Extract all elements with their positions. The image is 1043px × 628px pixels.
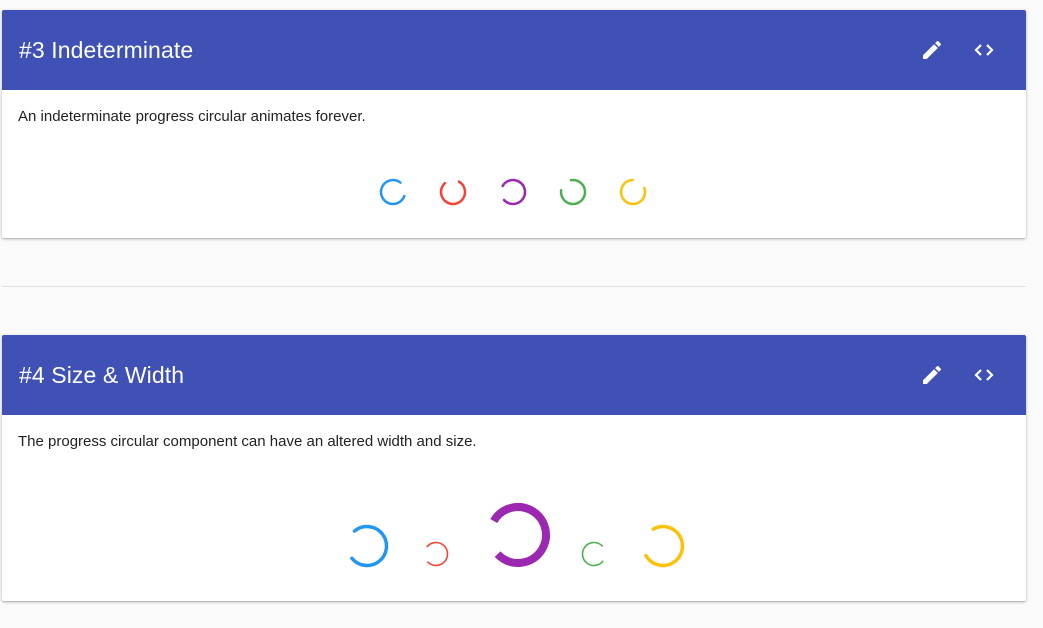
card-header: #3 Indeterminate xyxy=(2,10,1026,90)
edit-icon xyxy=(923,365,942,384)
section-divider xyxy=(2,286,1026,287)
example-card-indeterminate: #3 Indeterminate An indeterminate progre… xyxy=(2,10,1026,238)
code-icon xyxy=(974,44,994,56)
card-header: #4 Size & Width xyxy=(2,335,1026,415)
progress-circular-red xyxy=(423,541,449,567)
view-code-button[interactable] xyxy=(964,355,1004,395)
example-card-size-width: #4 Size & Width The progress circular co… xyxy=(2,335,1026,601)
card-description: An indeterminate progress circular anima… xyxy=(18,108,366,125)
progress-circular-red xyxy=(439,178,467,206)
edit-icon xyxy=(923,40,942,59)
card-description: The progress circular component can have… xyxy=(18,433,477,450)
view-code-button[interactable] xyxy=(964,30,1004,70)
progress-circular-green xyxy=(581,541,607,567)
code-icon xyxy=(974,369,994,381)
progress-circular-green xyxy=(559,178,587,206)
progress-circular-amber xyxy=(641,524,685,568)
card-title: #4 Size & Width xyxy=(19,362,185,388)
card-title: #3 Indeterminate xyxy=(19,37,194,63)
progress-circular-amber xyxy=(619,178,647,206)
progress-circular-blue xyxy=(379,178,407,206)
edit-button[interactable] xyxy=(912,30,952,70)
edit-button[interactable] xyxy=(912,355,952,395)
progress-circular-purple xyxy=(499,178,527,206)
progress-circular-purple xyxy=(486,503,550,567)
progress-circular-blue xyxy=(345,524,389,568)
